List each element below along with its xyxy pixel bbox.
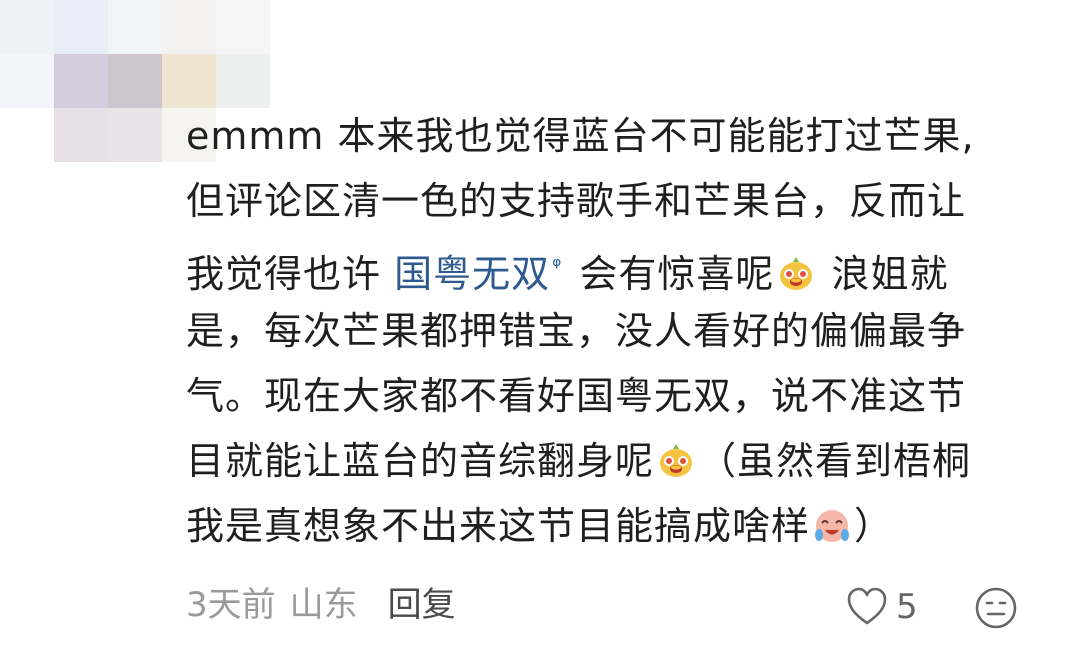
like-button[interactable]: 5 [846, 584, 918, 630]
comment-line-text: 我觉得也许 [186, 252, 395, 296]
topic-link[interactable]: 国粤无双 [394, 252, 550, 296]
reply-button[interactable]: 回复 [388, 580, 456, 630]
doge-mango-emoji-icon [660, 444, 693, 477]
comment-line-text: 目就能让蓝台的音综翻身呢 [186, 439, 655, 483]
comment-line-text: 是，每次芒果都押错宝，没人看好的偏偏最争 [186, 309, 967, 353]
heart-icon [847, 587, 887, 625]
doge-mango-emoji-icon [780, 257, 813, 290]
comment-line: 目就能让蓝台的音综翻身呢 （虽然看到梧桐 [186, 429, 1046, 494]
comment-line: emmm 本来我也觉得蓝台不可能能打过芒果, [186, 104, 1046, 169]
comment-line-text: （虽然看到梧桐 [698, 439, 972, 483]
comment-line: 我是真想象不出来这节目能搞成啥样 ） [186, 494, 1046, 559]
topic-search-icon[interactable]: ᵠ [552, 254, 562, 279]
timestamp: 3天前 [186, 585, 276, 625]
comment-line-text: ） [854, 504, 894, 548]
comment-line-text: 会有惊喜呢 [566, 252, 775, 296]
comment-meta: 3天前 山东 回复 [186, 580, 456, 630]
comment-text: emmm 本来我也觉得蓝台不可能能打过芒果, 但评论区清一色的支持歌手和芒果台，… [186, 104, 1046, 559]
comment-line-text: 但评论区清一色的支持歌手和芒果台，反而让 [186, 179, 967, 223]
comment-line: 我觉得也许 国粤无双ᵠ 会有惊喜呢 浪姐就 [186, 234, 1046, 299]
comment-line: 是，每次芒果都押错宝，没人看好的偏偏最争 [186, 299, 1046, 364]
comment-line: 气。现在大家都不看好国粤无双，说不准这节 [186, 364, 1046, 429]
comment-line-text: emmm 本来我也觉得蓝台不可能能打过芒果, [186, 114, 975, 158]
crying-laugh-emoji-icon [815, 510, 850, 542]
comment-line: 但评论区清一色的支持歌手和芒果台，反而让 [186, 169, 1046, 234]
comment-line-text: 气。现在大家都不看好国粤无双，说不准这节 [186, 374, 967, 418]
emoji-face-icon[interactable] [974, 586, 1018, 630]
comment-line-text: 浪姐就 [818, 252, 949, 296]
like-count: 5 [896, 587, 918, 627]
comment-line-text: 我是真想象不出来这节目能搞成啥样 [186, 504, 811, 548]
location: 山东 [289, 585, 358, 625]
